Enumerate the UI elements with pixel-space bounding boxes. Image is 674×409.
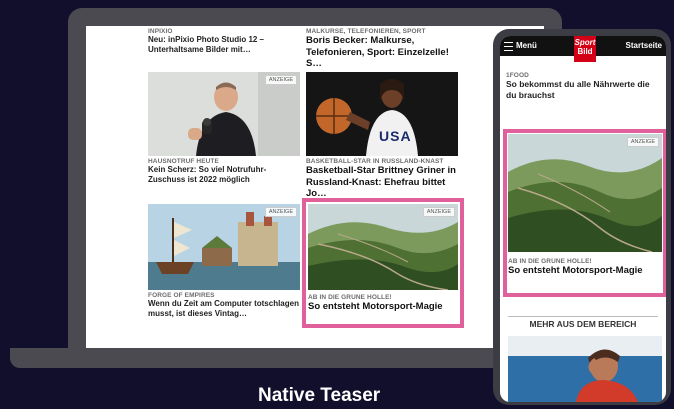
caption-native-teaser: Native Teaser — [258, 385, 381, 406]
article-image-forge[interactable]: ANZEIGE — [148, 204, 300, 290]
article-motorsport[interactable]: AB IN DIE GRÜNE HÖLLE! So entsteht Motor… — [308, 294, 458, 322]
mobile-article-image-tennis[interactable] — [508, 336, 662, 402]
mobile-teaser-text[interactable]: AB IN DIE GRÜNE HÖLLE! So entsteht Motor… — [508, 258, 662, 288]
article-notruf[interactable]: HAUSNOTRUF HEUTE Kein Scherz: So viel No… — [148, 158, 300, 192]
laptop-screen: INPIXIO Neu: inPixio Photo Studio 12 – U… — [86, 26, 544, 348]
article-boris-becker[interactable]: MALKURSE, TELEFONIEREN, SPORT Boris Beck… — [306, 28, 466, 68]
laptop-base — [10, 348, 520, 368]
article-title[interactable]: So entsteht Motorsport-Magie — [508, 265, 662, 277]
article-griner[interactable]: BASKETBALL-STAR IN RUSSLAND-KNAST Basket… — [306, 158, 466, 198]
ad-label: ANZEIGE — [422, 207, 455, 217]
article-inpixio[interactable]: INPIXIO Neu: inPixio Photo Studio 12 – U… — [148, 28, 298, 68]
menu-label[interactable]: Menü — [516, 41, 537, 50]
article-title[interactable]: Basketball-Star Brittney Griner in Russl… — [306, 165, 466, 198]
article-title[interactable]: So bekommst du alle Nährwerte die du bra… — [506, 79, 662, 100]
article-image-notruf[interactable]: ANZEIGE — [148, 72, 300, 156]
article-title[interactable]: Neu: inPixio Photo Studio 12 – Unterhalt… — [148, 35, 298, 55]
article-kicker: AB IN DIE GRÜNE HÖLLE! — [508, 258, 592, 265]
article-kicker: BASKETBALL-STAR IN RUSSLAND-KNAST — [306, 158, 444, 165]
article-kicker: HAUSNOTRUF HEUTE — [148, 158, 219, 165]
article-forge[interactable]: FORGE OF EMPIRES Wenn du Zeit am Compute… — [148, 292, 300, 326]
hamburger-icon[interactable] — [504, 42, 513, 51]
article-kicker: AB IN DIE GRÜNE HÖLLE! — [308, 294, 392, 301]
ad-label: ANZEIGE — [264, 207, 297, 217]
article-title[interactable]: Boris Becker: Malkurse, Telefonieren, Sp… — [306, 35, 466, 68]
green-hills-image — [508, 134, 662, 252]
mobile-header: Menü Sport Bild Startseite — [500, 36, 666, 62]
article-kicker: 1FOOD — [506, 72, 529, 79]
article-kicker: INPIXIO — [148, 28, 173, 35]
ad-label: ANZEIGE — [264, 75, 297, 85]
logo-bottom-text: Bild — [577, 47, 593, 56]
article-image-griner[interactable]: USA — [306, 72, 458, 156]
phone-screen: Menü Sport Bild Startseite 1FOOD So beko… — [500, 36, 666, 402]
home-link[interactable]: Startseite — [626, 41, 662, 50]
article-image-motorsport[interactable]: ANZEIGE — [308, 204, 458, 290]
section-divider — [508, 316, 658, 317]
article-kicker: FORGE OF EMPIRES — [148, 292, 215, 299]
article-title[interactable]: So entsteht Motorsport-Magie — [308, 301, 458, 313]
mobile-teaser-image[interactable]: ANZEIGE — [508, 134, 662, 252]
jersey-text: USA — [379, 128, 412, 144]
article-title[interactable]: Wenn du Zeit am Computer totschlagen mus… — [148, 299, 300, 319]
article-kicker: MALKURSE, TELEFONIEREN, SPORT — [306, 28, 426, 35]
logo-top-text: Sport — [574, 38, 596, 47]
sport-bild-logo[interactable]: Sport Bild — [574, 36, 596, 62]
article-title[interactable]: Kein Scherz: So viel Notrufuhr-Zuschuss … — [148, 165, 300, 185]
mobile-article-food[interactable]: 1FOOD So bekommst du alle Nährwerte die … — [506, 72, 662, 106]
section-title: MEHR AUS DEM BEREICH — [529, 319, 637, 329]
ad-label: ANZEIGE — [626, 137, 659, 147]
tennis-player-image — [508, 336, 662, 402]
